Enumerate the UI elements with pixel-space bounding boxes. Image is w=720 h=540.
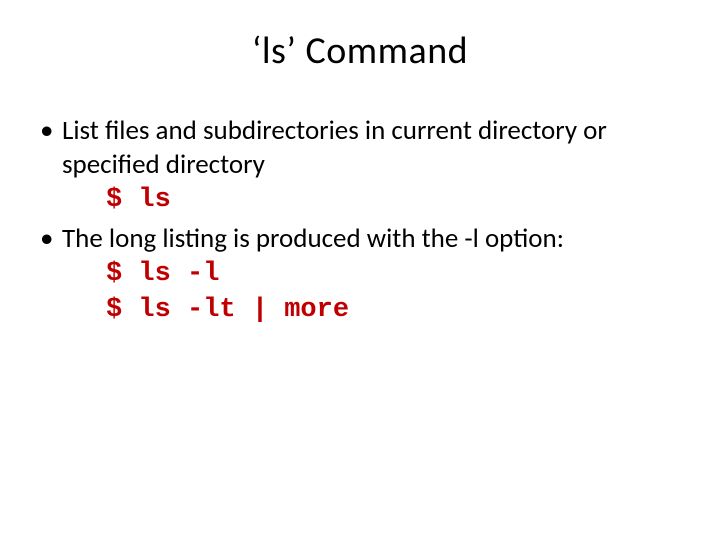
bullet-item: The long listing is produced with the -l… [62, 222, 680, 329]
code-line: $ ls -l [106, 256, 680, 292]
bullet-text: List files and subdirectories in current… [62, 114, 607, 181]
bullet-text: The long listing is produced with the -l… [62, 222, 564, 255]
code-line: $ ls [106, 182, 680, 218]
code-line: $ ls -lt | more [106, 292, 680, 328]
bullet-list: List files and subdirectories in current… [40, 114, 680, 329]
slide: ‘ls’ Command List files and subdirectori… [0, 0, 720, 540]
bullet-item: List files and subdirectories in current… [62, 114, 680, 218]
slide-title: ‘ls’ Command [40, 28, 680, 74]
